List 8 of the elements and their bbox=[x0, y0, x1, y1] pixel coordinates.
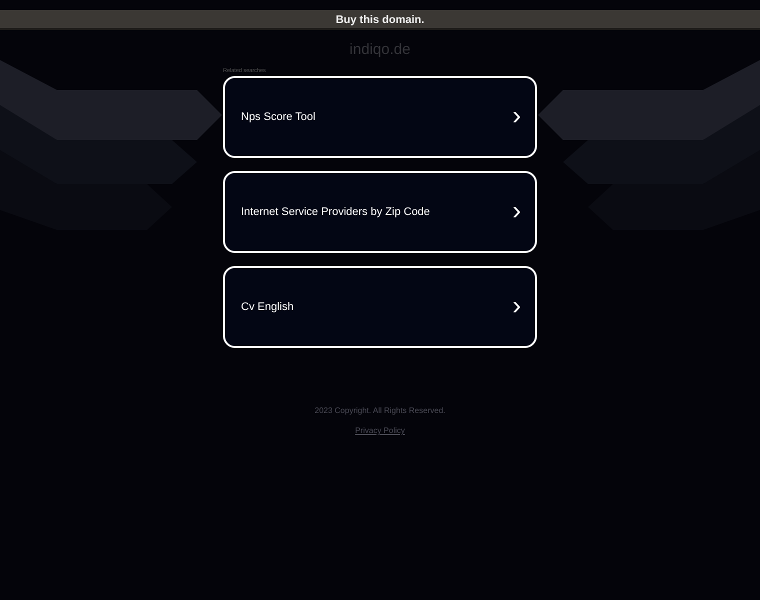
related-search-link[interactable]: Cv English › bbox=[223, 266, 537, 348]
related-search-link[interactable]: Internet Service Providers by Zip Code › bbox=[223, 171, 537, 253]
related-search-link[interactable]: Nps Score Tool › bbox=[223, 76, 537, 158]
chevron-icon: › bbox=[512, 197, 521, 223]
chevron-icon: › bbox=[512, 102, 521, 128]
chevron-icon: › bbox=[512, 292, 521, 318]
copyright-text: 2023 Copyright. All Rights Reserved. bbox=[314, 405, 446, 417]
buy-domain-banner[interactable]: Buy this domain. bbox=[0, 10, 760, 30]
